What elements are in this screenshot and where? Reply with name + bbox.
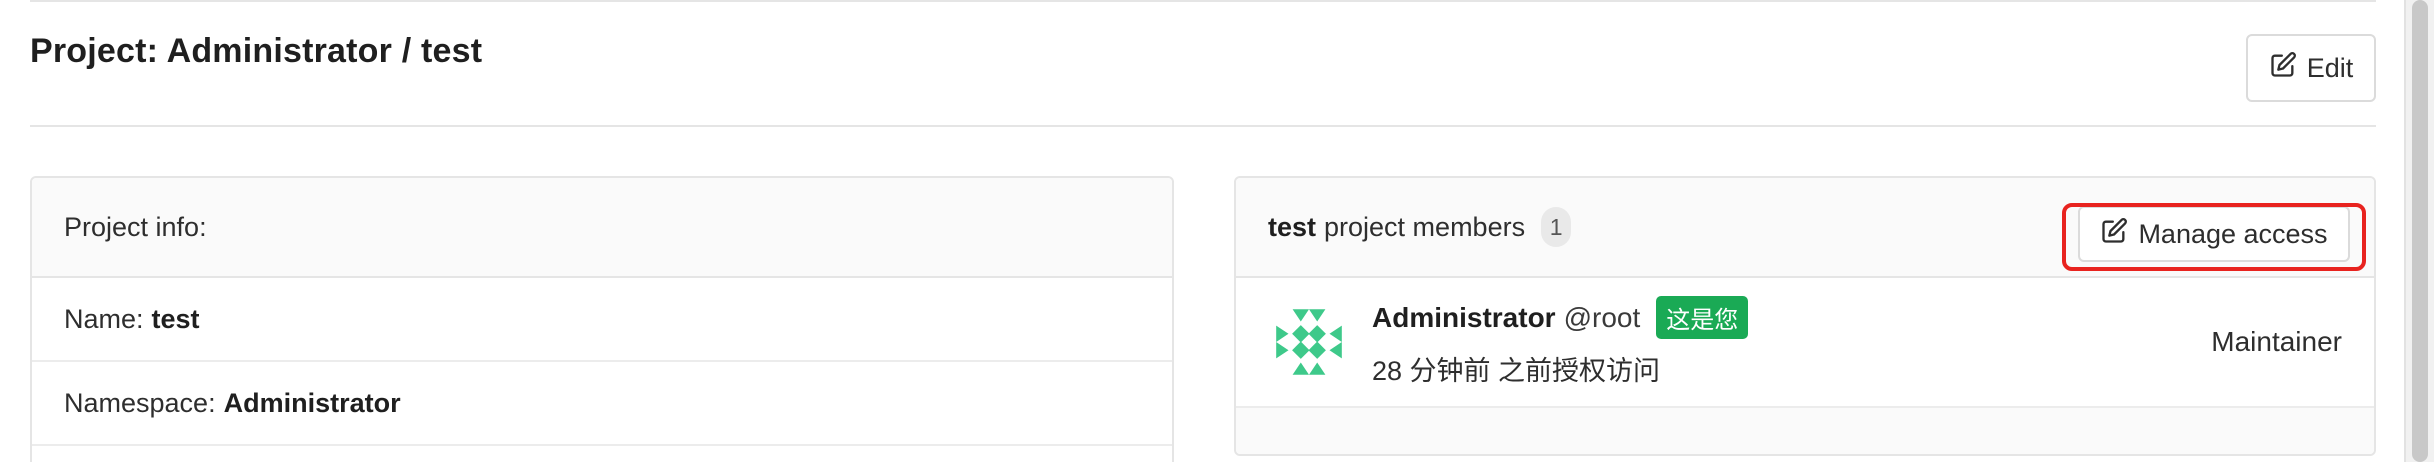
members-header: test project members 1 Manage access bbox=[1236, 178, 2374, 278]
info-value: Administrator bbox=[223, 387, 401, 418]
you-badge: 这是您 bbox=[1656, 296, 1749, 339]
member-name[interactable]: Administrator bbox=[1372, 302, 1556, 334]
members-project-name: test bbox=[1268, 211, 1317, 242]
scrollbar-thumb[interactable] bbox=[2412, 0, 2428, 462]
info-row-name: Name: test bbox=[32, 278, 1172, 362]
member-info: Administrator @root 这是您 28 分钟前 之前授权访问 bbox=[1372, 296, 1749, 388]
edit-project-button[interactable]: Edit bbox=[2246, 34, 2376, 102]
edit-icon bbox=[2269, 51, 2297, 86]
edit-icon bbox=[2100, 217, 2128, 252]
top-divider bbox=[30, 0, 2376, 2]
members-panel-footer bbox=[1236, 408, 2374, 454]
info-value: test bbox=[151, 303, 200, 334]
title-divider bbox=[30, 125, 2376, 127]
info-label: Name: bbox=[64, 303, 144, 334]
project-info-heading: Project info: bbox=[32, 178, 1172, 278]
page-title: Project: Administrator / test bbox=[30, 32, 483, 70]
vertical-scrollbar[interactable] bbox=[2404, 0, 2434, 462]
members-count-badge: 1 bbox=[1541, 207, 1572, 247]
info-row-namespace: Namespace: Administrator bbox=[32, 362, 1172, 446]
project-info-panel: Project info: Name: test Namespace: Admi… bbox=[30, 176, 1174, 462]
members-title: test project members bbox=[1268, 212, 1525, 243]
project-members-panel: test project members 1 Manage access Adm… bbox=[1234, 176, 2376, 456]
info-label: Namespace: bbox=[64, 387, 216, 418]
member-granted-time: 28 分钟前 之前授权访问 bbox=[1372, 356, 1661, 386]
manage-access-button[interactable]: Manage access bbox=[2078, 206, 2350, 262]
member-row: Administrator @root 这是您 28 分钟前 之前授权访问 Ma… bbox=[1236, 278, 2374, 408]
member-username: @root bbox=[1563, 301, 1641, 333]
member-identity: Administrator @root 这是您 bbox=[1372, 296, 1749, 339]
manage-access-label: Manage access bbox=[2138, 218, 2328, 249]
members-heading-text: project members bbox=[1324, 211, 1526, 242]
edit-button-label: Edit bbox=[2306, 52, 2354, 83]
avatar[interactable] bbox=[1268, 301, 1350, 383]
member-role: Maintainer bbox=[2211, 326, 2342, 357]
